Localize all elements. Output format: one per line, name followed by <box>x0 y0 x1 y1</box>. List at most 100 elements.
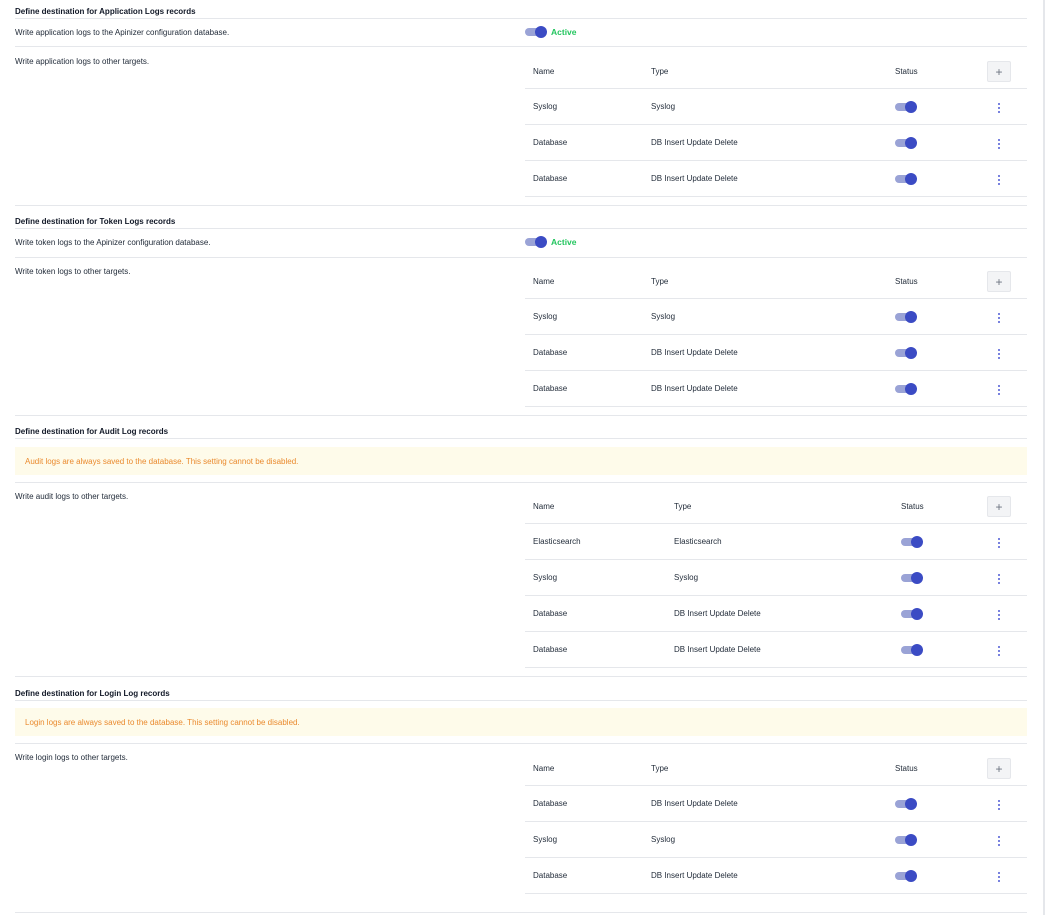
section-separator <box>15 415 1027 416</box>
kebab-menu-icon[interactable] <box>997 646 1001 656</box>
table-row: Database DB Insert Update Delete <box>525 632 1027 668</box>
row-status-toggle[interactable] <box>901 607 923 620</box>
row-status-toggle[interactable] <box>895 869 917 882</box>
section-title-audit-logs: Define destination for Audit Log records <box>15 427 169 436</box>
table-row: Database DB Insert Update Delete <box>525 125 1027 161</box>
divider <box>15 18 1027 19</box>
column-header-status: Status <box>895 763 918 773</box>
row-type: DB Insert Update Delete <box>651 871 738 880</box>
row-type: DB Insert Update Delete <box>651 138 738 147</box>
section-separator <box>15 205 1027 206</box>
kebab-menu-icon[interactable] <box>997 175 1001 185</box>
kebab-menu-icon[interactable] <box>997 313 1001 323</box>
row-name: Syslog <box>533 312 558 321</box>
row-type: DB Insert Update Delete <box>651 384 738 393</box>
divider <box>15 743 1027 744</box>
kebab-menu-icon[interactable] <box>997 800 1001 810</box>
kebab-menu-icon[interactable] <box>997 836 1001 846</box>
audit-other-text: Write audit logs to other targets. <box>15 492 129 501</box>
table-header-row: Name Type Status + <box>525 751 1027 786</box>
column-header-status: Status <box>895 276 918 286</box>
add-target-button[interactable]: + <box>987 758 1011 779</box>
divider <box>15 482 1027 483</box>
section-title-application-logs: Define destination for Application Logs … <box>15 7 196 16</box>
table-header-row: Name Type Status + <box>525 264 1027 299</box>
row-status-toggle[interactable] <box>895 310 917 323</box>
app-db-status: Active <box>551 27 577 37</box>
row-type: Syslog <box>674 573 699 582</box>
app-db-text: Write application logs to the Apinizer c… <box>15 28 230 37</box>
add-target-button[interactable]: + <box>987 271 1011 292</box>
kebab-menu-icon[interactable] <box>997 574 1001 584</box>
kebab-menu-icon[interactable] <box>997 385 1001 395</box>
row-status-toggle[interactable] <box>895 833 917 846</box>
kebab-menu-icon[interactable] <box>997 872 1001 882</box>
token-other-text: Write token logs to other targets. <box>15 267 131 276</box>
table-row: Database DB Insert Update Delete <box>525 596 1027 632</box>
audit-targets-table: Name Type Status + Elasticsearch Elastic… <box>525 489 1027 668</box>
row-type: DB Insert Update Delete <box>651 799 738 808</box>
column-header-status: Status <box>895 66 918 76</box>
column-header-type: Type <box>651 276 669 286</box>
section-title-login-logs: Define destination for Login Log records <box>15 689 170 698</box>
row-status-toggle[interactable] <box>895 172 917 185</box>
kebab-menu-icon[interactable] <box>997 538 1001 548</box>
row-status-toggle[interactable] <box>895 136 917 149</box>
row-type: DB Insert Update Delete <box>651 348 738 357</box>
row-status-toggle[interactable] <box>901 535 923 548</box>
row-status-toggle[interactable] <box>895 382 917 395</box>
plus-icon: + <box>995 499 1003 514</box>
login-targets-table: Name Type Status + Database DB Insert Up… <box>525 751 1027 894</box>
table-row: Database DB Insert Update Delete <box>525 786 1027 822</box>
kebab-menu-icon[interactable] <box>997 610 1001 620</box>
row-name: Database <box>533 799 568 808</box>
row-name: Database <box>533 174 568 183</box>
column-header-type: Type <box>651 66 669 76</box>
row-type: Elasticsearch <box>674 537 722 546</box>
plus-icon: + <box>995 64 1003 79</box>
section-separator <box>15 676 1027 677</box>
token-targets-table: Name Type Status + Syslog Syslog Databas… <box>525 264 1027 407</box>
table-header-row: Name Type Status + <box>525 489 1027 524</box>
token-db-toggle[interactable] <box>525 236 547 248</box>
row-name: Syslog <box>533 573 558 582</box>
plus-icon: + <box>995 761 1003 776</box>
table-row: Database DB Insert Update Delete <box>525 161 1027 197</box>
row-status-toggle[interactable] <box>901 643 923 656</box>
table-row: Database DB Insert Update Delete <box>525 335 1027 371</box>
row-name: Database <box>533 138 568 147</box>
add-target-button[interactable]: + <box>987 61 1011 82</box>
column-header-status: Status <box>901 501 924 511</box>
row-status-toggle[interactable] <box>895 797 917 810</box>
row-status-toggle[interactable] <box>895 100 917 113</box>
column-header-type: Type <box>674 501 692 511</box>
app-db-toggle-group: Active <box>525 25 577 39</box>
section-separator <box>15 912 1027 913</box>
kebab-menu-icon[interactable] <box>997 349 1001 359</box>
row-name: Elasticsearch <box>533 537 581 546</box>
column-header-type: Type <box>651 763 669 773</box>
row-type: DB Insert Update Delete <box>674 609 761 618</box>
column-header-name: Name <box>533 276 555 286</box>
row-name: Database <box>533 645 568 654</box>
table-row: Syslog Syslog <box>525 299 1027 335</box>
row-name: Syslog <box>533 835 558 844</box>
app-db-toggle[interactable] <box>525 26 547 38</box>
table-row: Database DB Insert Update Delete <box>525 858 1027 894</box>
row-type: Syslog <box>651 312 676 321</box>
table-row: Syslog Syslog <box>525 560 1027 596</box>
login-other-text: Write login logs to other targets. <box>15 753 128 762</box>
add-target-button[interactable]: + <box>987 496 1011 517</box>
token-db-status: Active <box>551 237 577 247</box>
row-name: Database <box>533 609 568 618</box>
kebab-menu-icon[interactable] <box>997 103 1001 113</box>
kebab-menu-icon[interactable] <box>997 139 1001 149</box>
app-other-text: Write application logs to other targets. <box>15 57 150 66</box>
row-name: Syslog <box>533 102 558 111</box>
row-type: DB Insert Update Delete <box>674 645 761 654</box>
audit-notice: Audit logs are always saved to the datab… <box>15 447 1027 475</box>
row-status-toggle[interactable] <box>901 571 923 584</box>
column-header-name: Name <box>533 763 555 773</box>
row-status-toggle[interactable] <box>895 346 917 359</box>
table-header-row: Name Type Status + <box>525 54 1027 89</box>
